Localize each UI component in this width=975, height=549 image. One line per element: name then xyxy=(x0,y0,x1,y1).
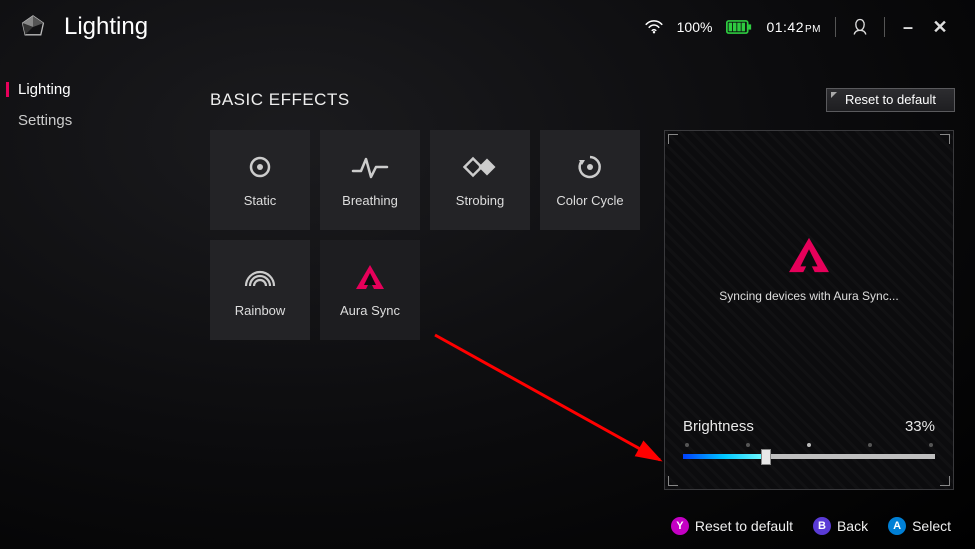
effect-breathing[interactable]: Breathing xyxy=(320,130,420,230)
brightness-label: Brightness xyxy=(683,418,754,435)
effects-grid: Static Breathing Strobing Color Cycle xyxy=(210,130,640,490)
brightness-control: Brightness 33% xyxy=(665,406,953,489)
divider xyxy=(835,17,836,37)
effect-label: Strobing xyxy=(456,193,504,208)
footer-hints: YReset to default BBack ASelect xyxy=(671,517,951,535)
effect-label: Rainbow xyxy=(235,303,286,318)
section-title: BASIC EFFECTS xyxy=(210,90,350,110)
divider xyxy=(884,17,885,37)
battery-percent: 100% xyxy=(677,19,713,35)
effect-label: Aura Sync xyxy=(340,303,400,318)
sidebar-item-lighting[interactable]: Lighting xyxy=(0,74,150,105)
preview-message: Syncing devices with Aura Sync... xyxy=(719,289,898,303)
y-button-icon: Y xyxy=(671,517,689,535)
effect-label: Static xyxy=(244,193,277,208)
clock: 01:42PM xyxy=(766,19,821,35)
a-button-icon: A xyxy=(888,517,906,535)
hint-select: ASelect xyxy=(888,517,951,535)
hint-back: BBack xyxy=(813,517,868,535)
hint-reset: YReset to default xyxy=(671,517,793,535)
main: BASIC EFFECTS Reset to default Static Br… xyxy=(210,88,955,497)
static-icon xyxy=(245,153,275,181)
effect-label: Breathing xyxy=(342,193,398,208)
header: Lighting 100% 01:42PM – ✕ xyxy=(0,0,975,54)
brightness-value: 33% xyxy=(905,418,935,435)
page-title: Lighting xyxy=(64,13,148,41)
b-button-icon: B xyxy=(813,517,831,535)
battery-icon xyxy=(726,20,752,34)
breathing-icon xyxy=(351,153,389,181)
app-logo-icon xyxy=(20,14,46,40)
close-button[interactable]: ✕ xyxy=(931,18,949,36)
brightness-slider[interactable] xyxy=(683,447,935,467)
rainbow-icon xyxy=(243,263,277,291)
profile-icon[interactable] xyxy=(850,17,870,37)
sidebar-item-settings[interactable]: Settings xyxy=(0,105,150,136)
reset-to-default-button[interactable]: Reset to default xyxy=(826,88,955,112)
effect-label: Color Cycle xyxy=(556,193,623,208)
aura-sync-icon xyxy=(354,263,386,291)
effect-color-cycle[interactable]: Color Cycle xyxy=(540,130,640,230)
color-cycle-icon xyxy=(575,153,605,181)
strobing-icon xyxy=(463,153,497,181)
sidebar: Lighting Settings xyxy=(0,74,150,136)
effect-aura-sync[interactable]: Aura Sync xyxy=(320,240,420,340)
wifi-icon xyxy=(645,20,663,34)
effect-rainbow[interactable]: Rainbow xyxy=(210,240,310,340)
aura-sync-icon xyxy=(786,235,832,275)
effect-strobing[interactable]: Strobing xyxy=(430,130,530,230)
minimize-button[interactable]: – xyxy=(899,18,917,36)
effect-static[interactable]: Static xyxy=(210,130,310,230)
preview-panel: Syncing devices with Aura Sync... Bright… xyxy=(664,130,954,490)
